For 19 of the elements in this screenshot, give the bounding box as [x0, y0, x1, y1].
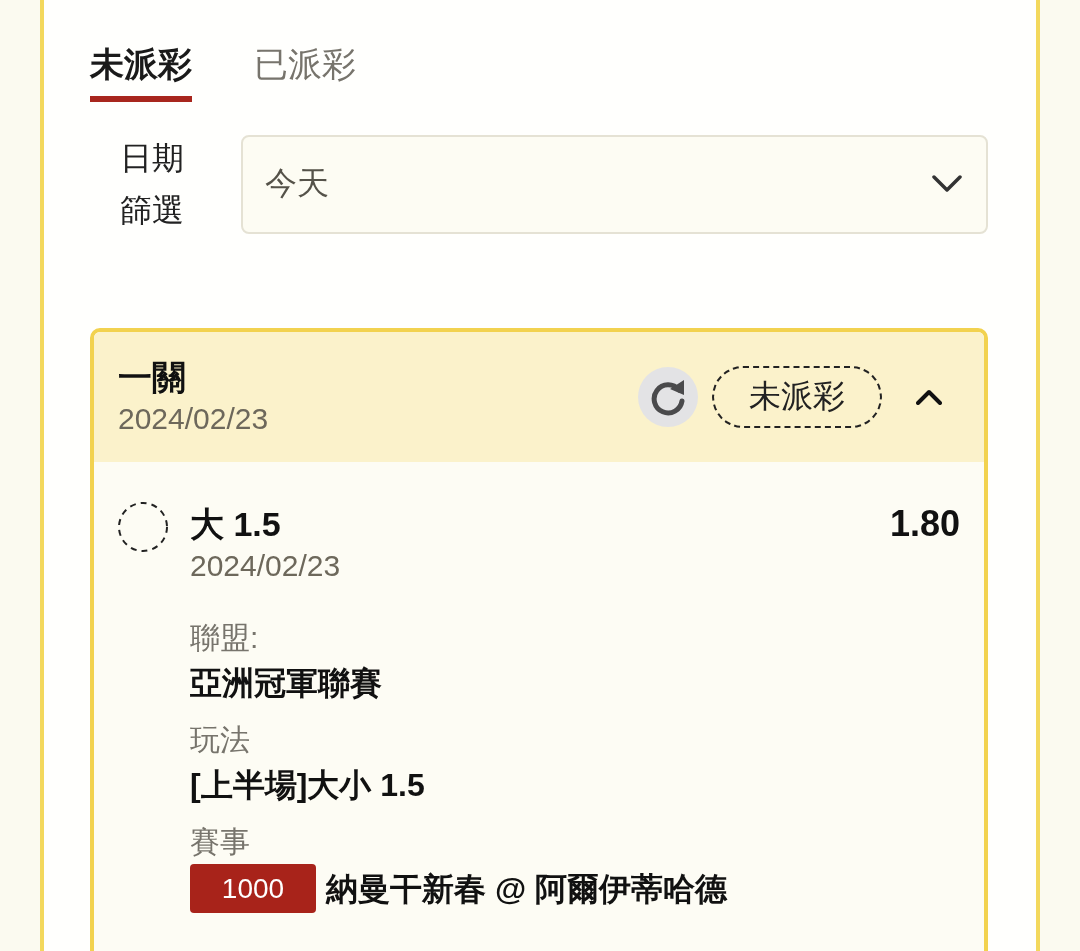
bet-date: 2024/02/23 — [118, 401, 269, 437]
status-tag: 未派彩 — [712, 366, 882, 428]
date-filter-label: 日期篩選 — [118, 139, 185, 230]
selection-date: 2024/02/23 — [190, 548, 341, 584]
odds: 1.80 — [889, 502, 960, 546]
select-value: 今天 — [265, 164, 330, 203]
detail-value: 亞洲冠軍聯賽 — [190, 664, 382, 703]
tab[interactable]: 未派彩 — [90, 40, 192, 102]
detail-value: 納曼干新春 @ 阿爾伊蒂哈德 — [326, 869, 727, 909]
selection-name: 大 1.5 — [190, 504, 281, 545]
tab[interactable]: 已派彩 — [254, 40, 356, 102]
detail-label: 玩法 — [190, 722, 250, 758]
detail-label: 聯盟: — [190, 620, 259, 656]
bet-type-title: 一關 — [118, 357, 186, 398]
match-code-tag: 1000 — [190, 864, 316, 913]
detail-label: 賽事 — [190, 824, 250, 860]
date-select[interactable]: 今天 — [241, 134, 988, 234]
chevron-down-icon — [932, 175, 962, 193]
detail-value: [上半場]大小 1.5 — [190, 766, 425, 805]
